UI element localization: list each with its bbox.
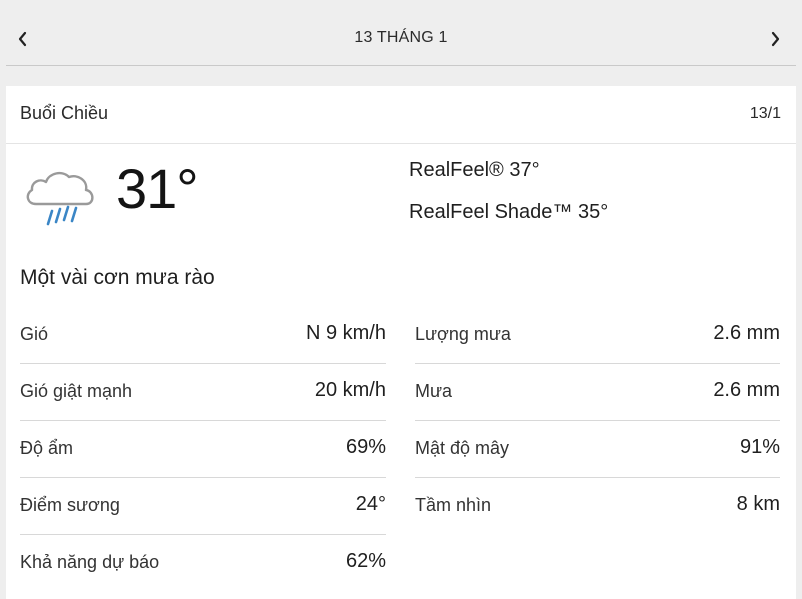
card-header: Buổi Chiều 13/1 (6, 86, 796, 144)
next-day-button[interactable] (763, 24, 787, 54)
chevron-right-icon (771, 31, 780, 47)
detail-row-humidity: Độ ẩm 69% (20, 421, 386, 478)
detail-label: Điểm sương (20, 495, 120, 515)
detail-row-rain: Mưa 2.6 mm (415, 364, 780, 421)
date-navigation: 13 THÁNG 1 (0, 0, 802, 66)
detail-row-cloud-cover: Mật độ mây 91% (415, 421, 780, 478)
detail-label: Mưa (415, 381, 453, 401)
detail-label: Lượng mưa (415, 324, 511, 344)
detail-label: Mật độ mây (415, 438, 510, 458)
detail-value: 20 km/h (314, 379, 386, 401)
detail-value: 69% (345, 436, 386, 458)
temperature: 31° (116, 157, 199, 220)
detail-label: Gió giật mạnh (20, 381, 133, 401)
detail-value: 2.6 mm (713, 322, 780, 344)
detail-row-visibility: Tầm nhìn 8 km (415, 478, 780, 535)
realfeel: RealFeel® 37° (409, 159, 540, 181)
detail-value: 91% (739, 436, 780, 458)
detail-value: 24° (355, 493, 386, 515)
detail-row-wind: Gió N 9 km/h (20, 307, 386, 364)
date-label: 13/1 (749, 105, 781, 122)
detail-label: Độ ẩm (20, 438, 74, 458)
detail-value: 8 km (736, 493, 780, 515)
nav-divider (6, 65, 796, 66)
detail-row-dew-point: Điểm sương 24° (20, 478, 386, 535)
detail-value: N 9 km/h (305, 322, 386, 344)
date-title: 13 THÁNG 1 (354, 29, 448, 46)
forecast-card: Buổi Chiều 13/1 31° RealFeel® 37° RealFe… (6, 86, 796, 599)
detail-value: 62% (345, 550, 386, 572)
cloud-rain-icon (26, 171, 94, 226)
details-right-column: Lượng mưa 2.6 mm Mưa 2.6 mm Mật độ mây 9… (415, 307, 780, 535)
detail-value: 2.6 mm (713, 379, 780, 401)
details-left-column: Gió N 9 km/h Gió giật mạnh 20 km/h Độ ẩm… (20, 307, 386, 592)
realfeel-shade: RealFeel Shade™ 35° (409, 201, 609, 223)
period-label: Buổi Chiều (20, 103, 109, 123)
detail-row-probability: Khả năng dự báo 62% (20, 535, 386, 592)
detail-row-precipitation: Lượng mưa 2.6 mm (415, 307, 780, 364)
weather-phrase: Một vài cơn mưa rào (20, 266, 215, 289)
detail-label: Gió (20, 324, 49, 344)
detail-label: Tầm nhìn (415, 495, 492, 515)
detail-row-wind-gusts: Gió giật mạnh 20 km/h (20, 364, 386, 421)
detail-label: Khả năng dự báo (20, 552, 160, 572)
